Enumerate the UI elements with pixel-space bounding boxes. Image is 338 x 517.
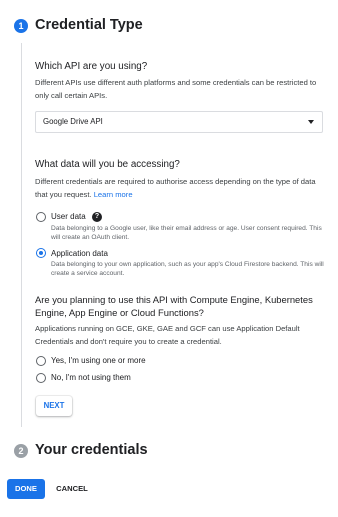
user-data-desc: Data belonging to a Google user, like th… (51, 225, 322, 242)
engine-question: Are you planning to use this API with Co… (35, 294, 313, 318)
step-rail (21, 43, 22, 427)
data-question: What data will you be accessing? (35, 159, 180, 170)
application-data-radio[interactable] (36, 248, 46, 258)
next-button[interactable]: NEXT (36, 396, 72, 416)
data-question-desc: Different credentials are required to au… (35, 177, 316, 199)
engine-yes-radio[interactable] (36, 356, 46, 366)
application-data-label[interactable]: Application data (51, 249, 108, 258)
api-question: Which API are you using? (35, 61, 148, 72)
done-button[interactable]: DONE (7, 479, 45, 499)
step-2-title: Your credentials (35, 442, 148, 458)
step-1-badge: 1 (14, 19, 28, 33)
application-data-desc: Data belonging to your own application, … (51, 261, 324, 278)
api-select-value: Google Drive API (43, 117, 103, 126)
cancel-button[interactable]: CANCEL (52, 479, 92, 499)
help-icon[interactable]: ? (92, 212, 102, 222)
user-data-label[interactable]: User data (51, 212, 86, 221)
api-question-desc: Different APIs use different auth platfo… (35, 78, 317, 100)
dropdown-arrow-icon (308, 120, 314, 124)
step-1-title: Credential Type (35, 17, 143, 33)
user-data-radio[interactable] (36, 212, 46, 222)
engine-question-desc: Applications running on GCE, GKE, GAE an… (35, 324, 300, 346)
api-select[interactable]: Google Drive API (35, 111, 323, 133)
engine-yes-label[interactable]: Yes, I'm using one or more (51, 356, 146, 365)
engine-no-radio[interactable] (36, 373, 46, 383)
engine-no-label[interactable]: No, I'm not using them (51, 373, 131, 382)
learn-more-link[interactable]: Learn more (94, 190, 133, 199)
step-2-badge: 2 (14, 444, 28, 458)
